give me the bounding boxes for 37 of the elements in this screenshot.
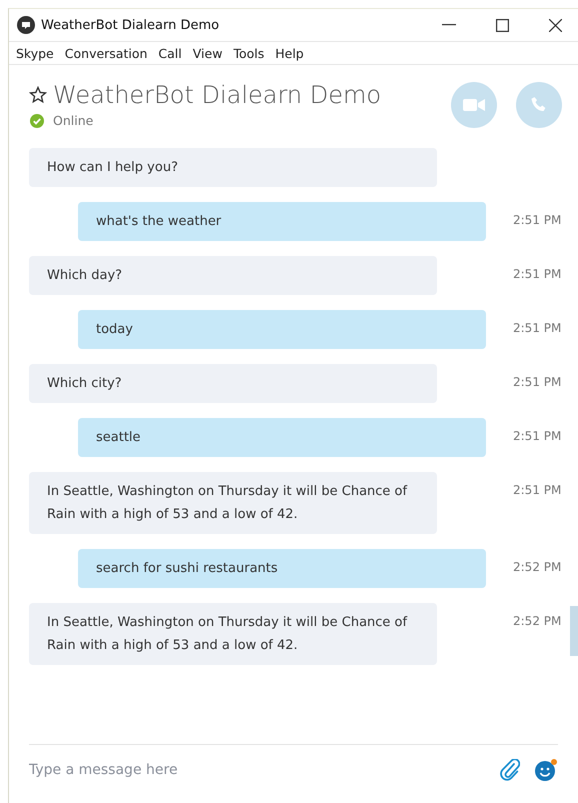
video-camera-icon	[463, 98, 485, 112]
message-time: 2:52 PM	[513, 560, 562, 574]
minimize-icon[interactable]	[442, 24, 456, 26]
menu-item[interactable]: Conversation	[64, 46, 148, 60]
menu-item[interactable]: Call	[158, 46, 182, 60]
message-time: 2:51 PM	[513, 213, 562, 227]
sent-message-bubble: seattle	[78, 418, 486, 457]
sent-message-bubble: what's the weather	[78, 202, 486, 241]
message-time: 2:51 PM	[513, 429, 562, 443]
window-title: WeatherBot Dialearn Demo	[41, 18, 220, 32]
sent-message-bubble: today	[78, 310, 486, 349]
emoticon-icon[interactable]	[534, 758, 558, 782]
menu-item[interactable]: View	[192, 46, 222, 60]
paperclip-icon[interactable]	[500, 759, 520, 781]
received-message-bubble: Which city?	[29, 364, 437, 403]
contact-name: WeatherBot Dialearn Demo	[53, 81, 382, 109]
received-message-bubble: In Seattle, Washington on Thursday it will be Chance of Rain with a high of 53 and a low of 42.	[29, 603, 437, 665]
close-icon[interactable]	[549, 18, 562, 32]
message-time: 2:52 PM	[513, 614, 562, 628]
received-message-bubble: In Seattle, Washington on Thursday it will be Chance of Rain with a high of 53 and a low of 42.	[29, 472, 437, 534]
status-text: Online	[53, 113, 94, 128]
received-message-bubble: Which day?	[29, 256, 437, 295]
message-time: 2:51 PM	[513, 375, 562, 389]
scrollbar-thumb[interactable]	[570, 606, 578, 656]
menu-item[interactable]: Help	[275, 46, 304, 60]
maximize-icon[interactable]	[496, 18, 509, 32]
sent-message-bubble: search for sushi restaurants	[78, 549, 486, 588]
menu-item[interactable]: Tools	[233, 46, 264, 60]
star-icon[interactable]	[29, 86, 47, 104]
message-time: 2:51 PM	[513, 321, 562, 335]
app-icon	[17, 16, 35, 34]
message-time: 2:51 PM	[513, 267, 562, 281]
online-status-icon	[30, 114, 44, 128]
menu-item[interactable]: Skype	[16, 46, 54, 60]
message-time: 2:51 PM	[513, 483, 562, 497]
received-message-bubble: How can I help you?	[29, 148, 437, 187]
message-input-field[interactable]: Type a message here	[29, 758, 486, 782]
